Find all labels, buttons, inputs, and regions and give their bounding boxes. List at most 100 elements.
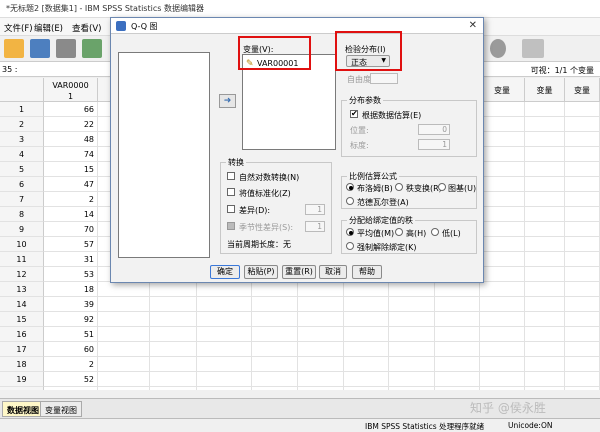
print-icon[interactable]	[56, 39, 76, 58]
empty-cell[interactable]	[389, 372, 435, 387]
cancel-button[interactable]: 取消	[319, 265, 347, 279]
row-number[interactable]: 19	[0, 372, 44, 387]
row-number[interactable]: 3	[0, 132, 44, 147]
column-header-empty[interactable]: 变量	[565, 78, 600, 102]
empty-cell[interactable]	[435, 387, 480, 390]
empty-cell[interactable]	[480, 177, 525, 192]
empty-cell[interactable]	[389, 282, 435, 297]
empty-cell[interactable]	[565, 102, 600, 117]
empty-cell[interactable]	[98, 282, 150, 297]
empty-cell[interactable]	[389, 297, 435, 312]
empty-cell[interactable]	[480, 252, 525, 267]
row-number[interactable]: 20	[0, 387, 44, 390]
empty-cell[interactable]	[480, 132, 525, 147]
table-cell[interactable]: 31	[44, 252, 98, 267]
empty-cell[interactable]	[98, 297, 150, 312]
empty-cell[interactable]	[525, 132, 565, 147]
rankit-radio[interactable]	[395, 183, 403, 191]
empty-cell[interactable]	[344, 357, 389, 372]
table-cell[interactable]: 52	[44, 372, 98, 387]
empty-cell[interactable]	[565, 252, 600, 267]
empty-cell[interactable]	[389, 387, 435, 390]
empty-cell[interactable]	[525, 162, 565, 177]
table-cell[interactable]: 18	[44, 282, 98, 297]
empty-cell[interactable]	[252, 297, 298, 312]
empty-cell[interactable]	[344, 372, 389, 387]
paste-button[interactable]: 粘贴(P)	[244, 265, 278, 279]
empty-cell[interactable]	[150, 387, 197, 390]
table-cell[interactable]: 15	[44, 162, 98, 177]
empty-cell[interactable]	[197, 342, 252, 357]
empty-cell[interactable]	[565, 372, 600, 387]
empty-cell[interactable]	[525, 357, 565, 372]
empty-cell[interactable]	[344, 387, 389, 390]
row-number[interactable]: 14	[0, 297, 44, 312]
empty-cell[interactable]	[565, 267, 600, 282]
empty-cell[interactable]	[565, 237, 600, 252]
row-number[interactable]: 2	[0, 117, 44, 132]
empty-cell[interactable]	[98, 357, 150, 372]
empty-cell[interactable]	[525, 297, 565, 312]
row-number[interactable]: 8	[0, 207, 44, 222]
empty-cell[interactable]	[525, 372, 565, 387]
row-number[interactable]: 11	[0, 252, 44, 267]
tab-data-view[interactable]: 数据视图	[2, 401, 44, 417]
empty-cell[interactable]	[98, 312, 150, 327]
empty-cell[interactable]	[480, 297, 525, 312]
dialog-recall-icon[interactable]	[82, 39, 102, 58]
empty-cell[interactable]	[525, 237, 565, 252]
empty-cell[interactable]	[389, 327, 435, 342]
empty-cell[interactable]	[252, 282, 298, 297]
empty-cell[interactable]	[98, 327, 150, 342]
empty-cell[interactable]	[252, 342, 298, 357]
empty-cell[interactable]	[435, 342, 480, 357]
tie-high-radio[interactable]	[395, 228, 403, 236]
empty-cell[interactable]	[298, 297, 344, 312]
menu-file[interactable]: 文件(F)	[4, 22, 33, 34]
empty-cell[interactable]	[565, 207, 600, 222]
df-input[interactable]	[370, 73, 398, 84]
empty-cell[interactable]	[480, 327, 525, 342]
source-variable-list[interactable]	[118, 52, 210, 258]
table-cell[interactable]: 75	[44, 387, 98, 390]
empty-cell[interactable]	[435, 312, 480, 327]
empty-cell[interactable]	[565, 192, 600, 207]
empty-cell[interactable]	[98, 372, 150, 387]
empty-cell[interactable]	[252, 387, 298, 390]
empty-cell[interactable]	[150, 342, 197, 357]
empty-cell[interactable]	[252, 312, 298, 327]
empty-cell[interactable]	[565, 342, 600, 357]
empty-cell[interactable]	[525, 192, 565, 207]
menu-edit[interactable]: 编辑(E)	[34, 22, 63, 34]
table-cell[interactable]: 66	[44, 102, 98, 117]
tukey-radio[interactable]	[438, 183, 446, 191]
empty-cell[interactable]	[525, 117, 565, 132]
empty-cell[interactable]	[389, 357, 435, 372]
empty-cell[interactable]	[389, 312, 435, 327]
empty-cell[interactable]	[435, 297, 480, 312]
row-number[interactable]: 9	[0, 222, 44, 237]
row-number[interactable]: 5	[0, 162, 44, 177]
table-cell[interactable]: 53	[44, 267, 98, 282]
column-header-empty[interactable]: 变量	[525, 78, 565, 102]
difference-checkbox[interactable]	[227, 205, 235, 213]
column-header-empty[interactable]: 变量	[480, 78, 525, 102]
empty-cell[interactable]	[525, 387, 565, 390]
table-cell[interactable]: 70	[44, 222, 98, 237]
row-number[interactable]: 1	[0, 102, 44, 117]
move-variable-button[interactable]: ➜	[219, 94, 236, 108]
reset-button[interactable]: 重置(R)	[282, 265, 316, 279]
empty-cell[interactable]	[298, 327, 344, 342]
table-cell[interactable]: 2	[44, 192, 98, 207]
empty-cell[interactable]	[150, 327, 197, 342]
table-cell[interactable]: 14	[44, 207, 98, 222]
van-der-waerden-radio[interactable]	[346, 197, 354, 205]
empty-cell[interactable]	[298, 387, 344, 390]
row-number[interactable]: 16	[0, 327, 44, 342]
empty-cell[interactable]	[525, 327, 565, 342]
table-cell[interactable]: 74	[44, 147, 98, 162]
tie-break-radio[interactable]	[346, 242, 354, 250]
empty-cell[interactable]	[197, 297, 252, 312]
row-number[interactable]: 17	[0, 342, 44, 357]
blom-radio[interactable]	[346, 183, 354, 191]
